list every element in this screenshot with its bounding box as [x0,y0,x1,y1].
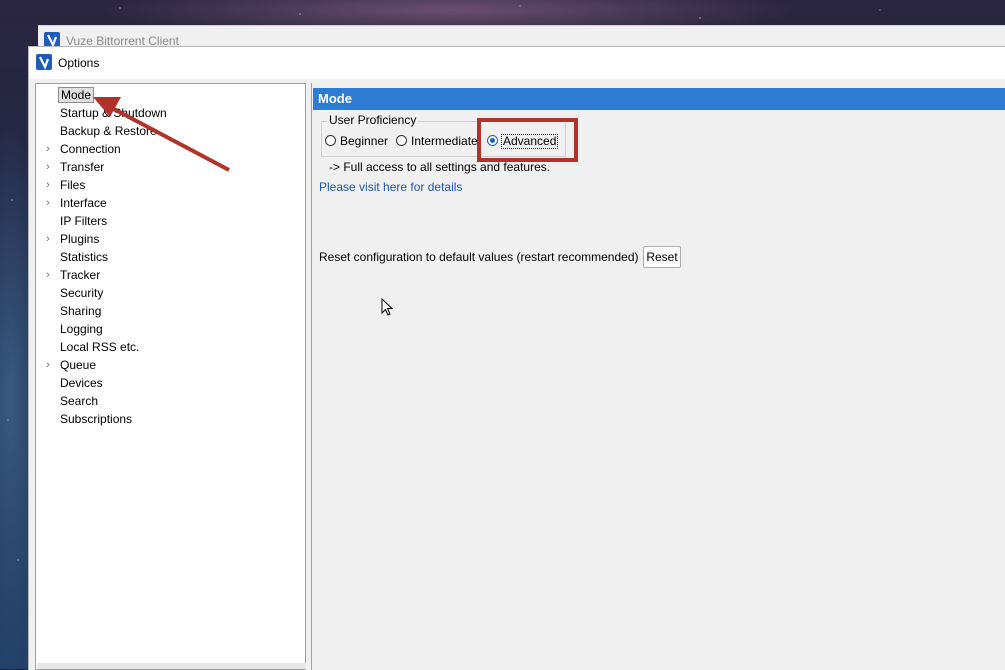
annotation-arrow-icon [93,97,230,172]
mouse-cursor-icon [381,297,394,320]
